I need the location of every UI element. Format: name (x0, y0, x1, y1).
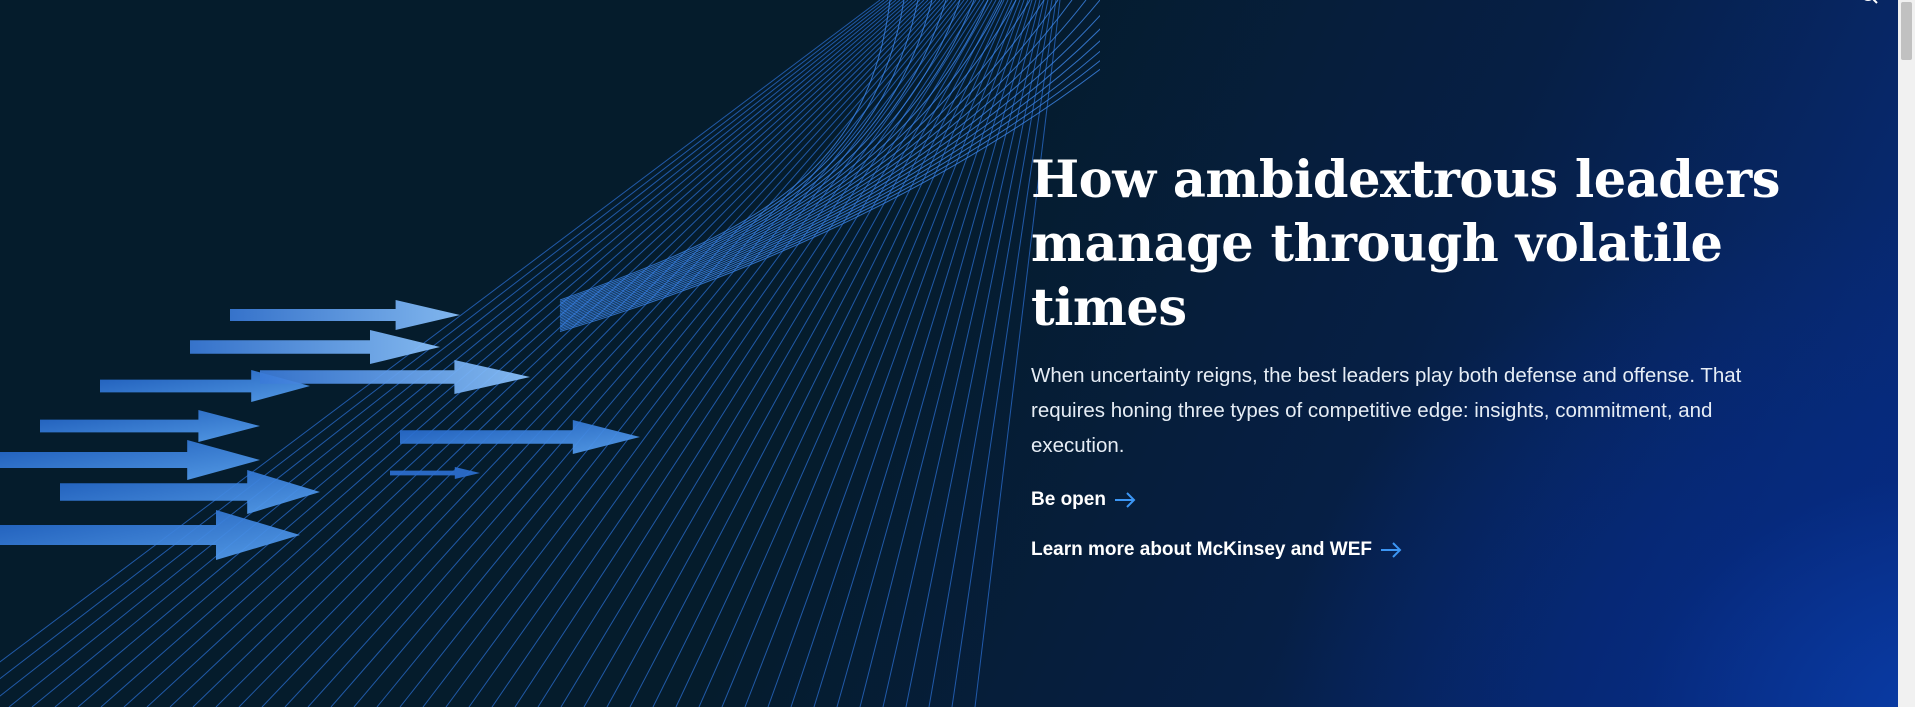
arrow-right-icon (1381, 542, 1402, 558)
hero-headline[interactable]: How ambidextrous leaders manage through … (1031, 148, 1791, 340)
hero-arrows-illustration (0, 0, 1100, 707)
hero-section: How ambidextrous leaders manage through … (0, 0, 1915, 707)
be-open-link[interactable]: Be open (1031, 485, 1791, 515)
hero-links: Be open Learn more about McKinsey and WE… (1031, 485, 1791, 565)
page-scrollbar[interactable] (1898, 0, 1915, 707)
scrollbar-thumb[interactable] (1901, 2, 1912, 60)
hero-content: How ambidextrous leaders manage through … (1031, 148, 1791, 585)
hero-description: When uncertainty reigns, the best leader… (1031, 364, 1742, 457)
learn-more-mckinsey-wef-link[interactable]: Learn more about McKinsey and WEF (1031, 535, 1791, 565)
be-open-link-label: Be open (1031, 489, 1106, 510)
arrow-right-icon (1114, 492, 1136, 508)
search-icon[interactable] (1861, 0, 1879, 6)
learn-more-link-label: Learn more about McKinsey and WEF (1031, 539, 1372, 560)
